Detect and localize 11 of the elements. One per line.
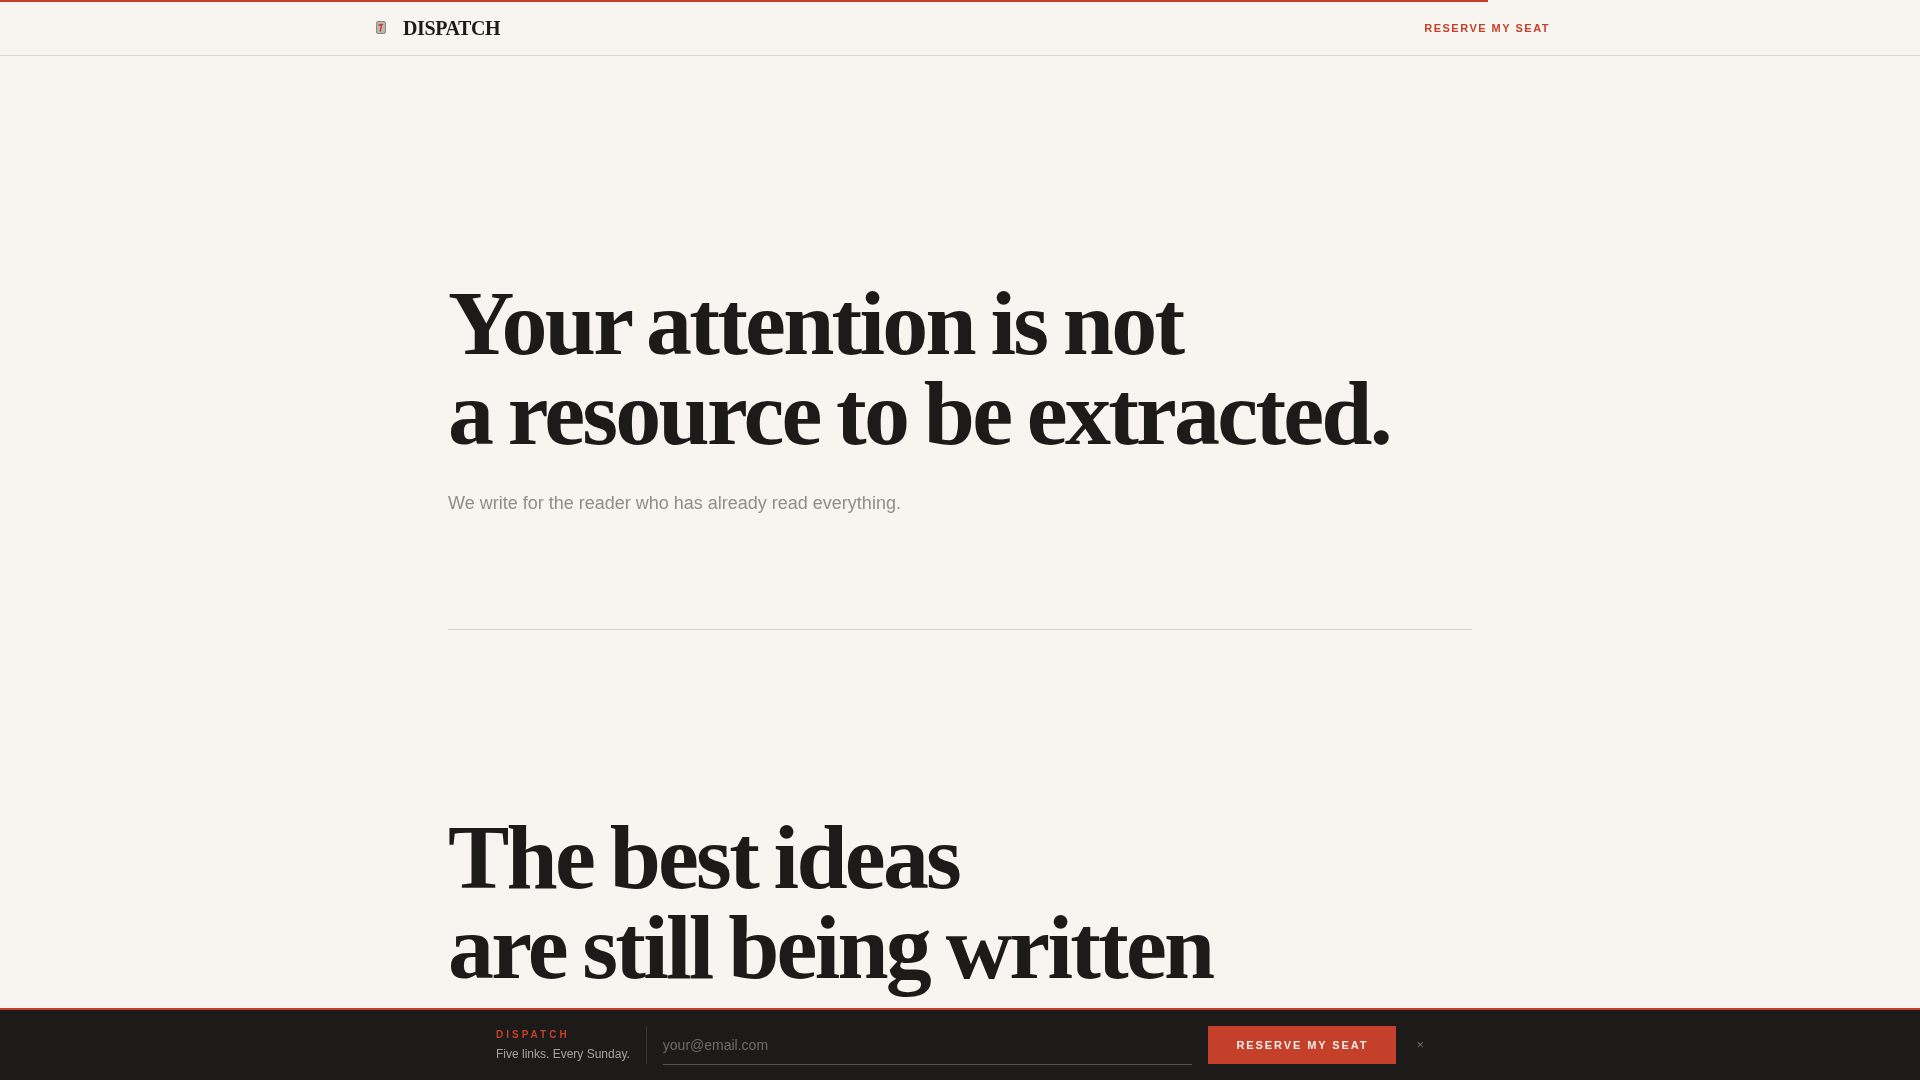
brand-name: DISPATCH bbox=[403, 15, 501, 40]
email-field[interactable]: your@email.com bbox=[662, 1025, 1193, 1065]
tagline: Five links. Every Sunday. bbox=[496, 1046, 630, 1062]
tile-icon bbox=[376, 21, 386, 34]
headline: The best ideas are still being written bbox=[448, 812, 1214, 1000]
subtitle: We write for the reader who has already read everything. bbox=[448, 492, 902, 515]
reserve-seat-link[interactable]: RESERVE MY SEAT bbox=[1424, 20, 1550, 35]
headline: Your attention is not a resource to be extracted. bbox=[448, 278, 1391, 466]
reserve-seat-button[interactable]: RESERVE MY SEAT bbox=[1208, 1026, 1397, 1064]
close-button[interactable]: × bbox=[1416, 1037, 1424, 1053]
brand-label: DISPATCH bbox=[496, 1028, 571, 1042]
